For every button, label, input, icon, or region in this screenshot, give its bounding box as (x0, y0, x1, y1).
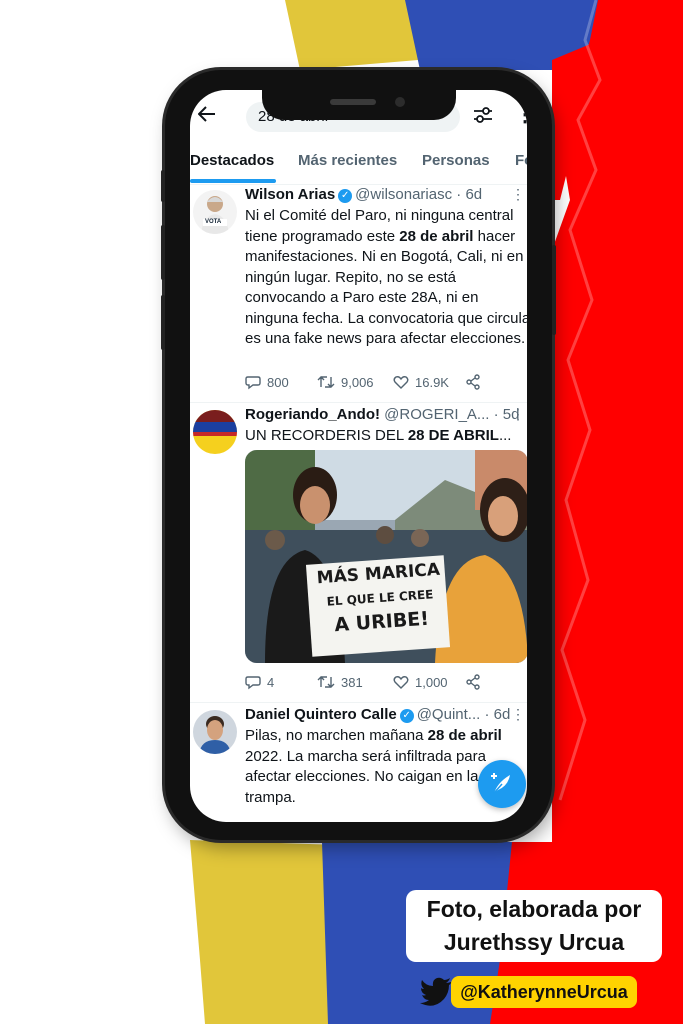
credit-line: Foto, elaborada por (426, 896, 642, 922)
protest-sign: MÁS MARICA EL QUE LE CREE A URIBE! (313, 558, 448, 639)
tweet-text: UN RECORDERIS DEL 28 DE ABRIL... (245, 426, 527, 447)
like-button[interactable]: 1,000 (393, 674, 448, 690)
share-button[interactable] (465, 674, 487, 690)
avatar[interactable] (193, 410, 237, 454)
photo-credit: Foto, elaborada por Jurethssy Urcua (406, 890, 662, 962)
text-part: ... (498, 427, 512, 444)
tweet-more-icon[interactable]: ⋮ (511, 406, 525, 423)
back-arrow-icon[interactable] (197, 105, 216, 129)
reply-button[interactable]: 4 (245, 674, 274, 690)
tweet-actions: 4 381 1,000 (245, 674, 505, 694)
tweet-time[interactable]: 6d (494, 706, 511, 723)
volume-up-button (161, 225, 165, 280)
author-name[interactable]: Wilson Arias (245, 186, 335, 203)
share-icon (466, 374, 480, 390)
share-icon (466, 674, 480, 690)
phone-frame: 28 de abril ⋮ Destacados Más recientes P… (161, 70, 556, 840)
tab-destacados[interactable]: Destacados (190, 152, 274, 169)
filter-icon[interactable] (472, 104, 494, 126)
tweet-more-icon[interactable]: ⋮ (511, 706, 525, 723)
tweet-actions: 800 9,006 16.9K (245, 374, 505, 394)
avatar-caption: VOTA (205, 219, 222, 225)
tweet-daniel-quintero[interactable]: Daniel Quintero Calle ✓ @Quint... · 6d ⋮ P… (190, 702, 527, 822)
author-handle[interactable]: @wilsonariasc (355, 186, 452, 203)
separator: · (480, 706, 494, 723)
text-part: 2022. La marcha será infiltrada para afe… (245, 747, 486, 806)
tab-personas[interactable]: Personas (422, 152, 490, 169)
reply-count: 800 (267, 375, 289, 390)
avatar[interactable] (193, 710, 237, 754)
volume-down-button (161, 295, 165, 350)
tweet-time[interactable]: 6d (465, 186, 482, 203)
author-handle[interactable]: @Quint... (417, 706, 481, 723)
tweet-more-icon[interactable]: ⋮ (511, 186, 525, 203)
retweet-button[interactable]: 9,006 (317, 374, 374, 390)
separator: · (452, 186, 466, 203)
notch (262, 90, 456, 120)
retweet-count: 9,006 (341, 375, 374, 390)
tab-mas-recientes[interactable]: Más recientes (298, 152, 397, 169)
more-icon[interactable]: ⋮ (515, 104, 527, 126)
tweet-header: Daniel Quintero Calle ✓ @Quint... · 6d (245, 706, 510, 723)
highlight: 28 DE ABRIL (407, 427, 499, 444)
tab-fotos[interactable]: Fo (515, 152, 527, 169)
retweet-icon (317, 376, 335, 388)
twitter-bird-icon (420, 977, 451, 1006)
compose-button[interactable] (478, 760, 526, 808)
like-count: 1,000 (415, 675, 448, 690)
like-icon (393, 376, 409, 389)
verified-icon: ✓ (399, 709, 414, 723)
reply-icon (245, 376, 261, 390)
phone-screen: 28 de abril ⋮ Destacados Más recientes P… (190, 90, 527, 822)
highlight: 28 de abril (399, 227, 474, 245)
separator: · (489, 406, 503, 423)
mute-switch (161, 170, 165, 202)
highlight: 28 de abril (427, 727, 502, 744)
text-part: hacer manifestaciones. Ni en Bogotá, Cal… (245, 227, 527, 348)
reply-count: 4 (267, 675, 275, 690)
retweet-button[interactable]: 381 (317, 674, 363, 690)
twitter-handle-badge: @KatherynneUrcua (451, 976, 637, 1008)
tweet-header: Rogeriando_Ando! @ROGERI_A... · 5d (245, 406, 519, 423)
credit-author: Jurethssy Urcua (443, 929, 625, 955)
like-button[interactable]: 16.9K (393, 374, 449, 390)
search-tabs: Destacados Más recientes Personas Fo (190, 142, 527, 185)
avatar[interactable]: VOTA (193, 190, 237, 234)
like-count: 16.9K (415, 375, 449, 390)
power-button (552, 245, 556, 335)
author-handle[interactable]: @ROGERI_A... (384, 406, 489, 423)
retweet-icon (317, 676, 335, 688)
text-part: UN RECORDERIS DEL (245, 427, 408, 444)
author-name[interactable]: Daniel Quintero Calle (245, 706, 397, 723)
tweet-header: Wilson Arias ✓ @wilsonariasc · 6d (245, 186, 482, 203)
share-button[interactable] (465, 374, 487, 390)
compose-icon (491, 773, 510, 794)
verified-icon: ✓ (338, 189, 353, 203)
tweet-rogeriando[interactable]: Rogeriando_Ando! @ROGERI_A... · 5d ⋮ UN … (190, 402, 527, 703)
text-part: Pilas, no marchen mañana (245, 727, 428, 744)
tweet-photo[interactable]: MÁS MARICA EL QUE LE CREE A URIBE! (245, 450, 527, 663)
tweet-text: Ni el Comité del Paro, ni ninguna centra… (245, 206, 527, 350)
retweet-count: 381 (341, 675, 363, 690)
reply-button[interactable]: 800 (245, 374, 289, 390)
active-tab-indicator (190, 179, 276, 183)
tweet-wilson-arias[interactable]: VOTA Wilson Arias ✓ @wilsonariasc · 6d ⋮ N… (190, 184, 527, 403)
like-icon (393, 676, 409, 689)
author-name[interactable]: Rogeriando_Ando! (245, 406, 380, 423)
reply-icon (245, 676, 261, 690)
